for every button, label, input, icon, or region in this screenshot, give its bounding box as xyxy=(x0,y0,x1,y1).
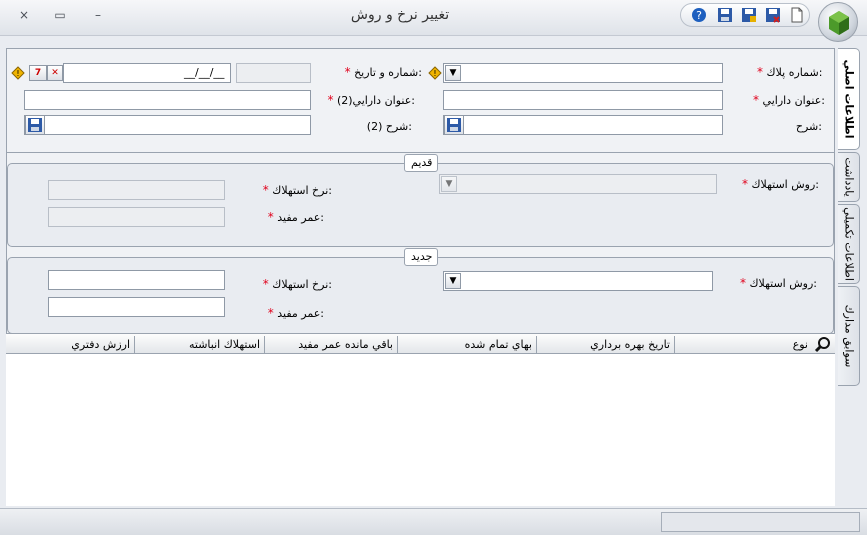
svg-text:!: ! xyxy=(16,69,19,78)
required-mark: * xyxy=(267,306,274,320)
new-values-group xyxy=(7,257,834,334)
old-life-label: * عمر مفيد: xyxy=(252,210,324,224)
old-rate-label: * نرخ استهلاك: xyxy=(240,183,332,197)
app-menu-button[interactable] xyxy=(818,2,858,42)
required-mark: * xyxy=(262,277,269,291)
date-input[interactable]: __/__/__ xyxy=(63,63,231,83)
new-life-input[interactable] xyxy=(48,297,225,317)
required-mark: * xyxy=(739,276,746,290)
description2-input[interactable] xyxy=(24,115,311,135)
save-close-icon[interactable] xyxy=(765,7,781,23)
save-icon[interactable] xyxy=(717,7,733,23)
required-mark: * xyxy=(757,65,763,79)
description2-save-button[interactable] xyxy=(25,115,45,135)
svg-text:?: ? xyxy=(696,9,702,22)
tab-document-history[interactable]: سوابق مدارك xyxy=(838,286,860,386)
tab-additional-info[interactable]: اطلاعات تكميلي xyxy=(838,204,860,284)
tab-main-info[interactable]: اطلاعات اصلي xyxy=(838,48,860,150)
new-life-label-text: عمر مفيد: xyxy=(277,307,324,320)
window-title: تغيير نرخ و روش xyxy=(350,7,450,23)
required-mark: * xyxy=(753,93,760,107)
new-rate-label-text: نرخ استهلاك: xyxy=(272,278,332,291)
plate-label-text: شماره پلاك: xyxy=(766,66,823,79)
grid-body[interactable] xyxy=(6,354,835,506)
clear-date-button[interactable]: ✕ xyxy=(47,65,63,81)
asset-title2-label-text: عنوان دارايي(2): xyxy=(336,94,415,107)
asset-title-label: * عنوان دارايي: xyxy=(747,93,825,107)
number-date-label: * شماره و تاريخ: xyxy=(327,65,422,79)
status-bar xyxy=(0,508,867,535)
required-mark: * xyxy=(327,93,334,107)
asset-title2-label: * عنوان دارايي(2): xyxy=(315,93,415,107)
old-group-title: قديم xyxy=(404,154,438,172)
old-life-input[interactable] xyxy=(48,207,225,227)
required-mark: * xyxy=(344,65,351,79)
asset-title-label-text: عنوان دارايي: xyxy=(762,94,825,107)
divider xyxy=(7,152,834,153)
old-rate-input[interactable] xyxy=(48,180,225,200)
title-bar: × ▭ – تغيير نرخ و روش ? xyxy=(0,0,867,42)
new-document-icon[interactable] xyxy=(789,7,805,23)
old-method-select[interactable] xyxy=(439,174,717,194)
save-icon xyxy=(28,118,42,132)
required-mark: * xyxy=(267,210,274,224)
column-header-remaining-life[interactable]: باقي مانده عمر مفيد xyxy=(264,336,397,353)
help-icon[interactable]: ? xyxy=(691,7,707,23)
old-rate-label-text: نرخ استهلاك: xyxy=(272,184,332,197)
new-method-label: * روش استهلاك: xyxy=(725,276,817,290)
required-mark: * xyxy=(262,183,269,197)
new-life-label: * عمر مفيد: xyxy=(252,306,324,320)
new-method-label-text: روش استهلاك: xyxy=(749,277,817,290)
required-mark: * xyxy=(741,177,748,191)
calendar-icon: 7 xyxy=(34,68,42,78)
save-as-icon[interactable] xyxy=(741,7,757,23)
quick-access-toolbar: ? xyxy=(680,3,810,27)
column-header-book-value[interactable]: ارزش دفتري xyxy=(6,336,134,353)
minimize-window-button[interactable]: – xyxy=(88,7,108,23)
tab-notes[interactable]: يادداشت xyxy=(838,152,860,202)
restore-window-button[interactable]: ▭ xyxy=(50,7,70,23)
old-method-label-text: روش استهلاك: xyxy=(751,178,819,191)
column-header-type[interactable]: نوع xyxy=(674,336,812,353)
plate-lookup-button[interactable]: ▼ xyxy=(445,65,461,81)
number-input[interactable] xyxy=(236,63,311,83)
description-label: شرح: xyxy=(795,120,822,133)
new-method-select[interactable] xyxy=(443,271,713,291)
description-save-button[interactable] xyxy=(444,115,464,135)
plate-label: * شماره پلاك: xyxy=(757,65,822,79)
new-rate-input[interactable] xyxy=(48,270,225,290)
save-icon xyxy=(447,118,461,132)
column-header-cost[interactable]: بهاي تمام شده xyxy=(397,336,536,353)
grid-header: نوع تاريخ بهره برداري بهاي تمام شده باقي… xyxy=(6,333,835,354)
old-life-label-text: عمر مفيد: xyxy=(277,211,324,224)
new-method-dropdown-button[interactable]: ▼ xyxy=(445,273,461,289)
new-group-title: جديد xyxy=(404,248,438,266)
description2-label: شرح (2): xyxy=(366,120,412,133)
plate-input[interactable] xyxy=(443,63,723,83)
search-icon[interactable] xyxy=(814,336,832,353)
new-rate-label: * نرخ استهلاك: xyxy=(240,277,332,291)
column-header-operation-date[interactable]: تاريخ بهره برداري xyxy=(536,336,674,353)
svg-text:!: ! xyxy=(433,69,436,78)
old-method-dropdown-button[interactable]: ▼ xyxy=(441,176,457,192)
description-input[interactable] xyxy=(443,115,723,135)
column-header-accumulated-depreciation[interactable]: استهلاك انباشته xyxy=(134,336,264,353)
calendar-button[interactable]: 7 xyxy=(29,65,47,81)
app-logo-icon xyxy=(829,11,849,35)
asset-title2-input[interactable] xyxy=(24,90,311,110)
number-date-label-text: شماره و تاريخ: xyxy=(354,66,422,79)
warning-icon: ! xyxy=(11,66,25,80)
old-method-label: * روش استهلاك: xyxy=(727,177,819,191)
warning-icon: ! xyxy=(428,66,442,80)
close-window-button[interactable]: × xyxy=(14,7,34,23)
status-panel xyxy=(661,512,860,532)
asset-title-input[interactable] xyxy=(443,90,723,110)
